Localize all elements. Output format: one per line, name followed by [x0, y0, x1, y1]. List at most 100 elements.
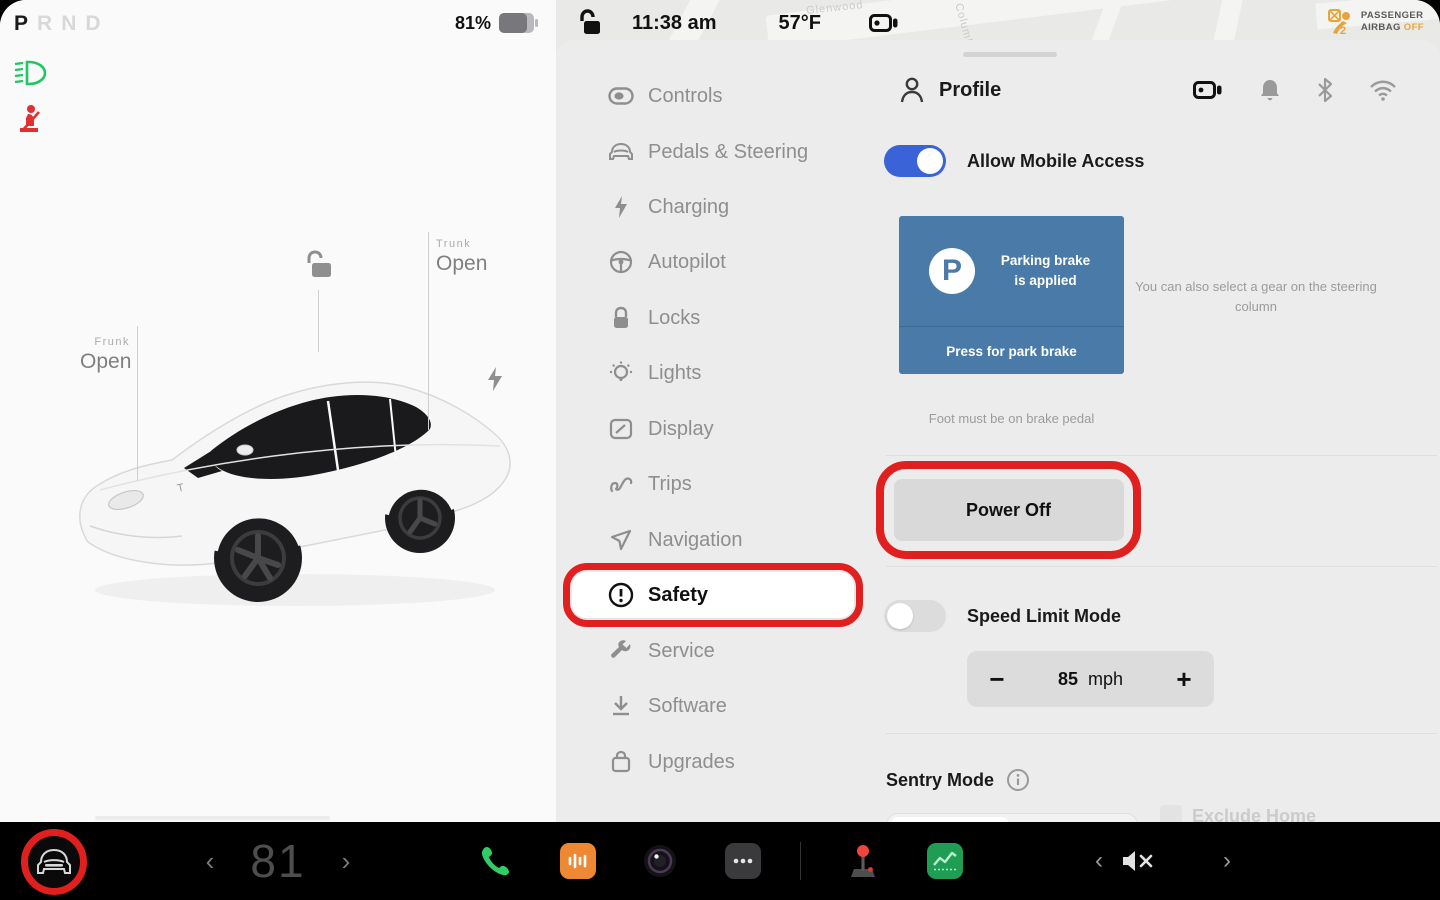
sentry-mode-segmented-control[interactable] [886, 813, 1138, 822]
menu-item-lights[interactable]: Lights [572, 350, 854, 396]
outside-temperature[interactable]: 57°F [779, 12, 821, 35]
wrench-icon [608, 638, 634, 664]
trunk-callout-title: Trunk [436, 238, 487, 250]
controls-icon [608, 83, 634, 109]
left-scroll-indicator[interactable] [95, 816, 330, 820]
arcade-app-icon[interactable] [843, 822, 883, 900]
menu-item-safety[interactable]: Safety [572, 572, 854, 618]
power-off-annotation-ring: Power Off [876, 461, 1141, 559]
lightning-icon [608, 194, 634, 220]
speed-limit-stepper: − 85 mph + [967, 651, 1214, 707]
sentry-mode-label: Sentry Mode [886, 770, 994, 791]
volume-down[interactable]: ‹ [1082, 822, 1116, 900]
gear-d[interactable]: D [85, 12, 100, 36]
gear-indicator[interactable]: P R N D [14, 12, 101, 36]
menu-label: Trips [648, 473, 692, 496]
more-apps-icon[interactable] [723, 822, 763, 900]
phone-app-icon[interactable] [476, 822, 516, 900]
speed-limit-value: 85 [1058, 669, 1078, 689]
menu-item-software[interactable]: Software [572, 683, 854, 729]
light-bulb-icon [608, 360, 634, 386]
camera-app-icon[interactable] [640, 822, 680, 900]
frunk-callout-state[interactable]: Open [80, 350, 130, 374]
charge-port-icon[interactable] [486, 366, 504, 392]
volume-muted-icon[interactable] [1116, 822, 1160, 900]
menu-item-pedals-steering[interactable]: Pedals & Steering [572, 129, 854, 175]
car-app-icon[interactable] [35, 847, 73, 877]
energy-app-icon[interactable] [925, 822, 965, 900]
taskbar-divider [800, 842, 801, 880]
dashcam-icon[interactable] [869, 13, 899, 33]
notifications-bell-icon[interactable] [1259, 78, 1281, 102]
power-off-button[interactable]: Power Off [894, 479, 1124, 541]
allow-mobile-access-row: Allow Mobile Access [884, 145, 1144, 177]
climate-temperature[interactable]: 81 [238, 822, 318, 900]
lock-icon [608, 305, 634, 331]
gear-n[interactable]: N [61, 12, 76, 36]
menu-label: Upgrades [648, 751, 735, 774]
climate-temp-up[interactable]: › [328, 822, 364, 900]
menu-item-service[interactable]: Service [572, 628, 854, 674]
panel-status-icons [1193, 70, 1397, 110]
media-app-icon[interactable] [558, 822, 598, 900]
menu-label: Locks [648, 307, 700, 330]
unlocked-status-icon[interactable] [576, 9, 602, 37]
clock: 11:38 am [632, 12, 717, 35]
menu-label: Charging [648, 196, 729, 219]
increase-speed-button[interactable]: + [1154, 664, 1214, 695]
speed-limit-mode-row: Speed Limit Mode [884, 600, 1121, 632]
bluetooth-icon[interactable] [1317, 77, 1333, 103]
frunk-callout-line [137, 326, 138, 481]
trunk-callout-state[interactable]: Open [436, 252, 487, 276]
climate-temp-down[interactable]: ‹ [192, 822, 228, 900]
menu-item-navigation[interactable]: Navigation [572, 517, 854, 563]
menu-item-locks[interactable]: Locks [572, 295, 854, 341]
telltale-icons [14, 60, 48, 134]
info-icon[interactable] [1006, 768, 1030, 792]
car-app-annotation-ring [21, 829, 87, 895]
unlocked-icon[interactable] [303, 250, 333, 278]
profile-header[interactable]: Profile [899, 70, 1409, 110]
menu-label: Software [648, 695, 727, 718]
airbag-icon: 2 [1327, 8, 1355, 36]
download-icon [608, 693, 634, 719]
menu-label: Lights [648, 362, 701, 385]
battery-percent: 81% [455, 13, 491, 34]
menu-item-display[interactable]: Display [572, 406, 854, 452]
airbag-label-line2: AIRBAG [1361, 22, 1404, 33]
taskbar: ‹ 81 › [0, 822, 1440, 900]
press-for-park-brake-button[interactable]: Press for park brake [899, 328, 1124, 374]
exclude-home-checkbox[interactable] [1160, 805, 1182, 822]
car-front-icon [608, 139, 634, 165]
trunk-callout[interactable]: Trunk Open [436, 238, 487, 276]
panel-grab-handle[interactable] [963, 52, 1057, 57]
settings-panel: Controls Pedals & Steering Charging [556, 40, 1440, 822]
navigation-arrow-icon [608, 527, 634, 553]
exclude-home-option[interactable]: Exclude Home [1160, 805, 1316, 822]
trunk-callout-line [428, 232, 429, 430]
profile-icon [899, 76, 925, 104]
wifi-icon[interactable] [1369, 79, 1397, 101]
gear-r[interactable]: R [37, 12, 52, 36]
frunk-callout[interactable]: Frunk Open [80, 336, 130, 374]
menu-item-controls[interactable]: Controls [572, 73, 854, 119]
menu-item-upgrades[interactable]: Upgrades [572, 739, 854, 785]
screen: P R N D 81% [0, 0, 1440, 900]
decrease-speed-button[interactable]: − [967, 664, 1027, 695]
allow-mobile-access-toggle[interactable] [884, 145, 946, 177]
menu-label: Autopilot [648, 251, 726, 274]
park-brake-card[interactable]: P Parking brake is applied Press for par… [899, 216, 1124, 374]
speed-limit-mode-toggle[interactable] [884, 600, 946, 632]
park-brake-msg-line2: is applied [975, 271, 1116, 291]
allow-mobile-access-label: Allow Mobile Access [967, 151, 1144, 172]
menu-item-autopilot[interactable]: Autopilot [572, 239, 854, 285]
volume-up[interactable]: › [1210, 822, 1244, 900]
menu-item-charging[interactable]: Charging [572, 184, 854, 230]
gear-p[interactable]: P [14, 12, 28, 36]
menu-label: Display [648, 418, 714, 441]
camera-status-icon[interactable] [1193, 80, 1223, 100]
gear-side-note: You can also select a gear on the steeri… [1131, 277, 1381, 317]
park-brake-status: P Parking brake is applied [899, 216, 1124, 327]
battery-status: 81% [455, 12, 538, 34]
menu-item-trips[interactable]: Trips [572, 461, 854, 507]
